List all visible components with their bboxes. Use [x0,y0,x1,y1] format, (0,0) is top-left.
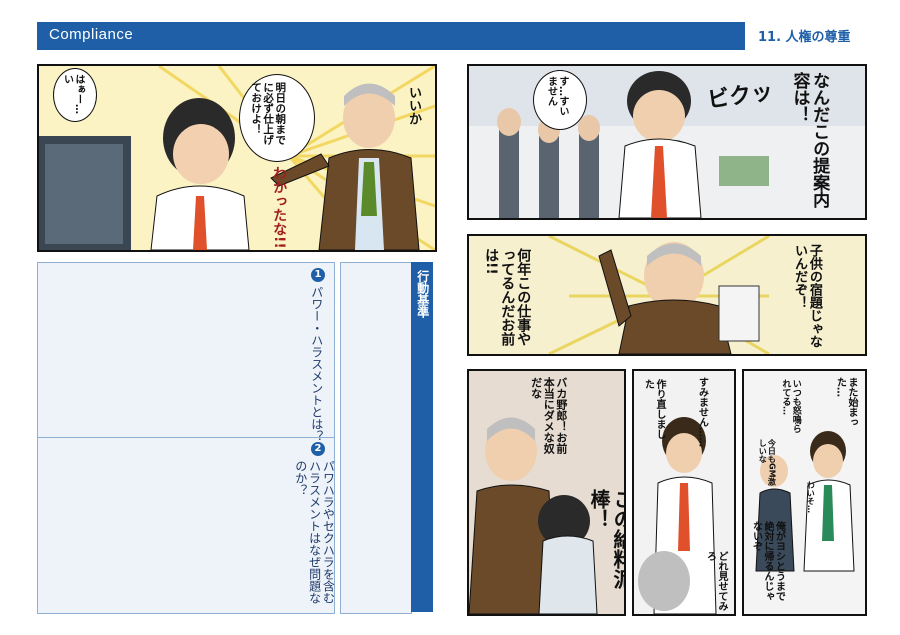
boss-speech-dorobou: この給料泥棒！ [587,489,626,589]
question-2-number: 2 [311,442,325,456]
boss-speech-nannen: 何年この仕事やってるんだお前は!! [483,248,532,346]
boss-speech-order: 明日の朝までに必ず仕上げておけよ！ [250,82,287,145]
manga-panel-right-1: なんだこの提案内容は！ ビクッ す…すいません [467,64,867,220]
question-2: パワハラやセクハラを含むハラスメントはなぜ問題なのか？ [293,460,336,604]
guideline-sidebar: 行動基準 [411,262,433,612]
boss-speech-yoshi: 俺がヨシとうまで絶対に帰るんじゃないぞ [750,521,785,601]
guideline-answer-box-1 [37,262,335,439]
boss-speech-iika: いいか [405,86,421,125]
manga-panel-bottom-3: また始まった… いつも怒鳴られてる… 今日もGM激しいな わいそ… 俺がヨシとう… [742,369,867,616]
guideline-answer-box-2 [37,437,335,614]
boss-speech-wakatta: わかったな!! [271,166,288,249]
manga-panel-bottom-1: バカ野郎！お前本当にダメな奴だな この給料泥棒！ [467,369,626,616]
manga-panel-right-2: 子供の宿題じゃないんだぞ！ 何年この仕事やってるんだお前は!! [467,234,867,356]
question-1: パワー・ハラスメントとは？ [309,286,324,442]
guideline-title: 行動基準 [415,270,430,318]
coworker-speech-mata: また始まった… [834,377,858,427]
boss-speech-dore: どれ見せてみろ [704,551,728,611]
boss-speech-kodomo: 子供の宿題じゃないんだぞ！ [791,244,822,348]
guideline-label-box [340,262,412,614]
question-1-number: 1 [311,268,325,282]
coworker-speech-gm: 今日もGM激しいな [758,439,777,486]
section-title: 11. 人権の尊重 [758,30,851,45]
coworker-speech-itsumo: いつも怒鳴られてる… [780,379,801,433]
manga-panel-bottom-2: すみません…… 作り直しました どれ見せてみろ [632,369,736,616]
employee-speech-sumimasen: すみません…… [696,377,708,447]
boss-speech-baka: バカ野郎！お前本当にダメな奴だな [529,377,568,454]
manga-panel-top-left: いいか 明日の朝までに必ず仕上げておけよ！ わかったな!! はぁー…い [37,64,437,252]
employee-speech-sumimasen: す…すいません [545,76,569,116]
boss-speech-nanda: なんだこの提案内容は！ [789,72,830,208]
employee-speech-tsukurinaoshi: 作り直しました [642,379,666,439]
header-title: Compliance [49,26,134,43]
coworker-speech-whisper: わいそ… [806,481,816,513]
header-bar: Compliance [37,22,745,50]
panel-illustration [39,66,435,250]
employee-speech: はぁー…い [61,74,85,114]
